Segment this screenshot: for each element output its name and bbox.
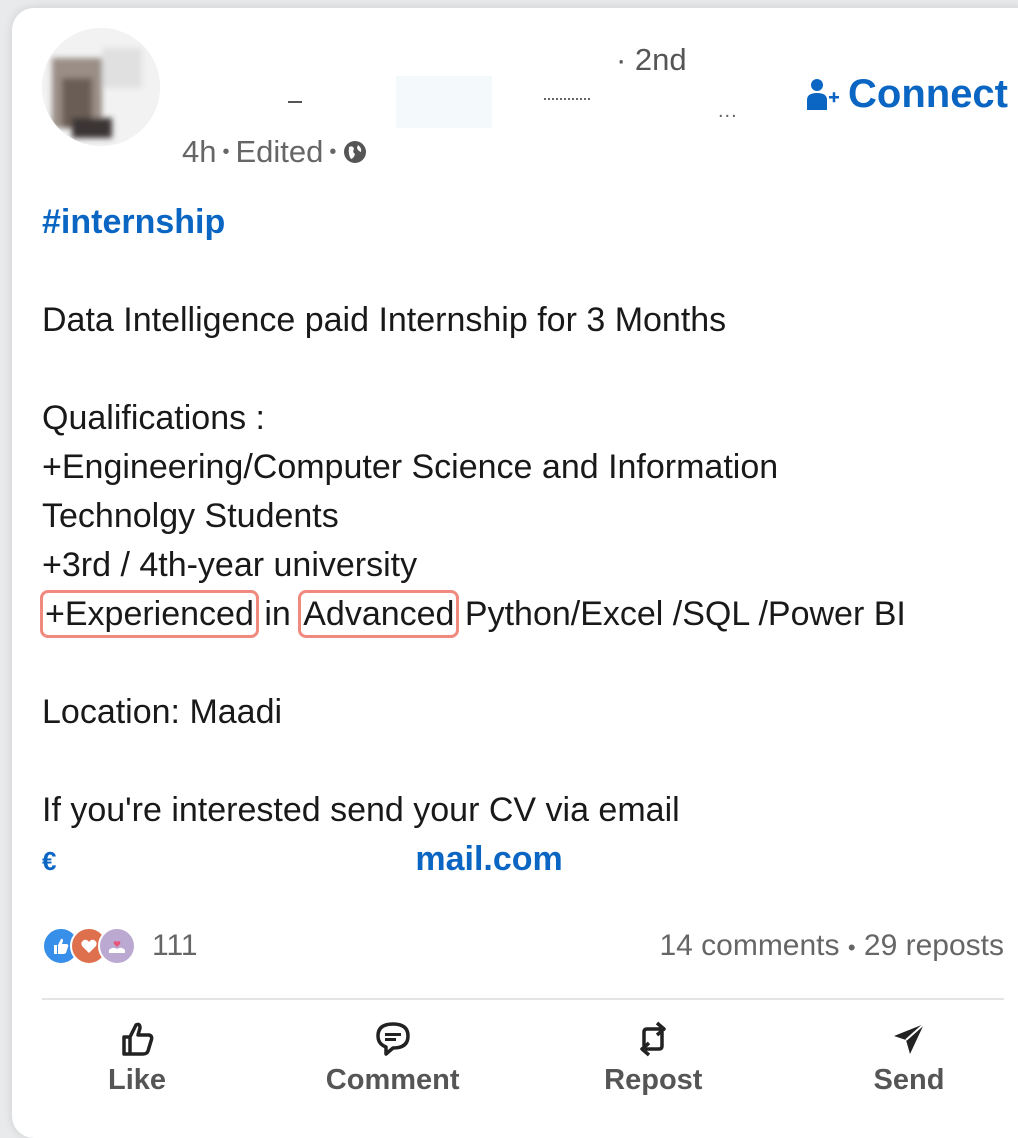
qualification-text: in [254,595,301,633]
email-link[interactable]: mail.com [415,840,562,878]
edited-label: Edited [235,134,324,169]
connect-label: Connect [848,72,1008,116]
action-bar: Like Comment Repost Send [42,1020,1004,1097]
globe-icon [344,141,367,163]
highlight-experienced: +Experienced [40,590,259,638]
paper-plane-icon [893,1023,925,1054]
location-line: Location: Maadi [42,693,283,731]
meta-separator: • [222,140,230,163]
person-add-icon [807,78,839,110]
email-line[interactable]: € mail.com [42,835,1012,884]
author-avatar[interactable] [42,28,160,146]
actions-divider [42,998,1004,1000]
post-card: · 2nd ... Connect 4h • Edited • #interns… [12,8,1018,1138]
connect-button[interactable]: Connect [806,72,1008,117]
qualification-line: +Engineering/Computer Science and Inform… [42,448,779,486]
stats-separator: • [847,935,856,960]
connection-degree: · 2nd [616,42,687,77]
qualifications-header: Qualifications : [42,399,265,437]
reactions-summary[interactable]: 111 [42,927,198,965]
qualification-line: +3rd / 4th-year university [42,546,418,584]
qualification-line: +Experienced in Advanced Python/Excel /S… [40,590,1012,639]
avatar-photo [42,28,160,146]
send-label: Send [873,1064,945,1096]
repost-label: Repost [604,1064,703,1096]
name-truncation: ... [718,100,738,122]
reposts-count[interactable]: 29 reposts [864,929,1004,962]
reaction-count: 111 [152,929,198,962]
speech-bubble-icon [375,1022,410,1056]
highlight-advanced: Advanced [298,590,460,638]
qualification-text: Python/Excel /SQL /Power BI [455,595,906,633]
repost-button[interactable]: Repost [553,1020,753,1097]
comments-reposts[interactable]: 14 comments • 29 reposts [659,929,1004,963]
post-meta: 4h • Edited • [182,134,368,170]
support-reaction-icon [98,927,136,965]
qualification-line: Technolgy Students [42,497,339,535]
meta-separator: • [329,140,337,163]
post-body: #internship Data Intelligence paid Inter… [40,198,1012,884]
post-title-line: Data Intelligence paid Internship for 3 … [42,301,727,339]
repost-arrows-icon [640,1021,667,1057]
send-button[interactable]: Send [814,1020,1004,1097]
redacted-author-info [396,76,492,128]
like-label: Like [107,1064,167,1096]
post-time: 4h [182,134,217,169]
social-counts: 111 14 comments • 29 reposts [42,924,1004,968]
redacted-mark [288,101,302,103]
redacted-mark [544,98,590,103]
comment-button[interactable]: Comment [293,1020,493,1097]
thumbs-up-icon [122,1022,154,1056]
email-prefix: € [42,846,57,876]
comments-count[interactable]: 14 comments [659,929,839,962]
hashtag-link[interactable]: #internship [42,203,225,241]
cta-line: If you're interested send your CV via em… [42,791,680,829]
like-button[interactable]: Like [42,1020,232,1097]
comment-label: Comment [325,1064,460,1096]
